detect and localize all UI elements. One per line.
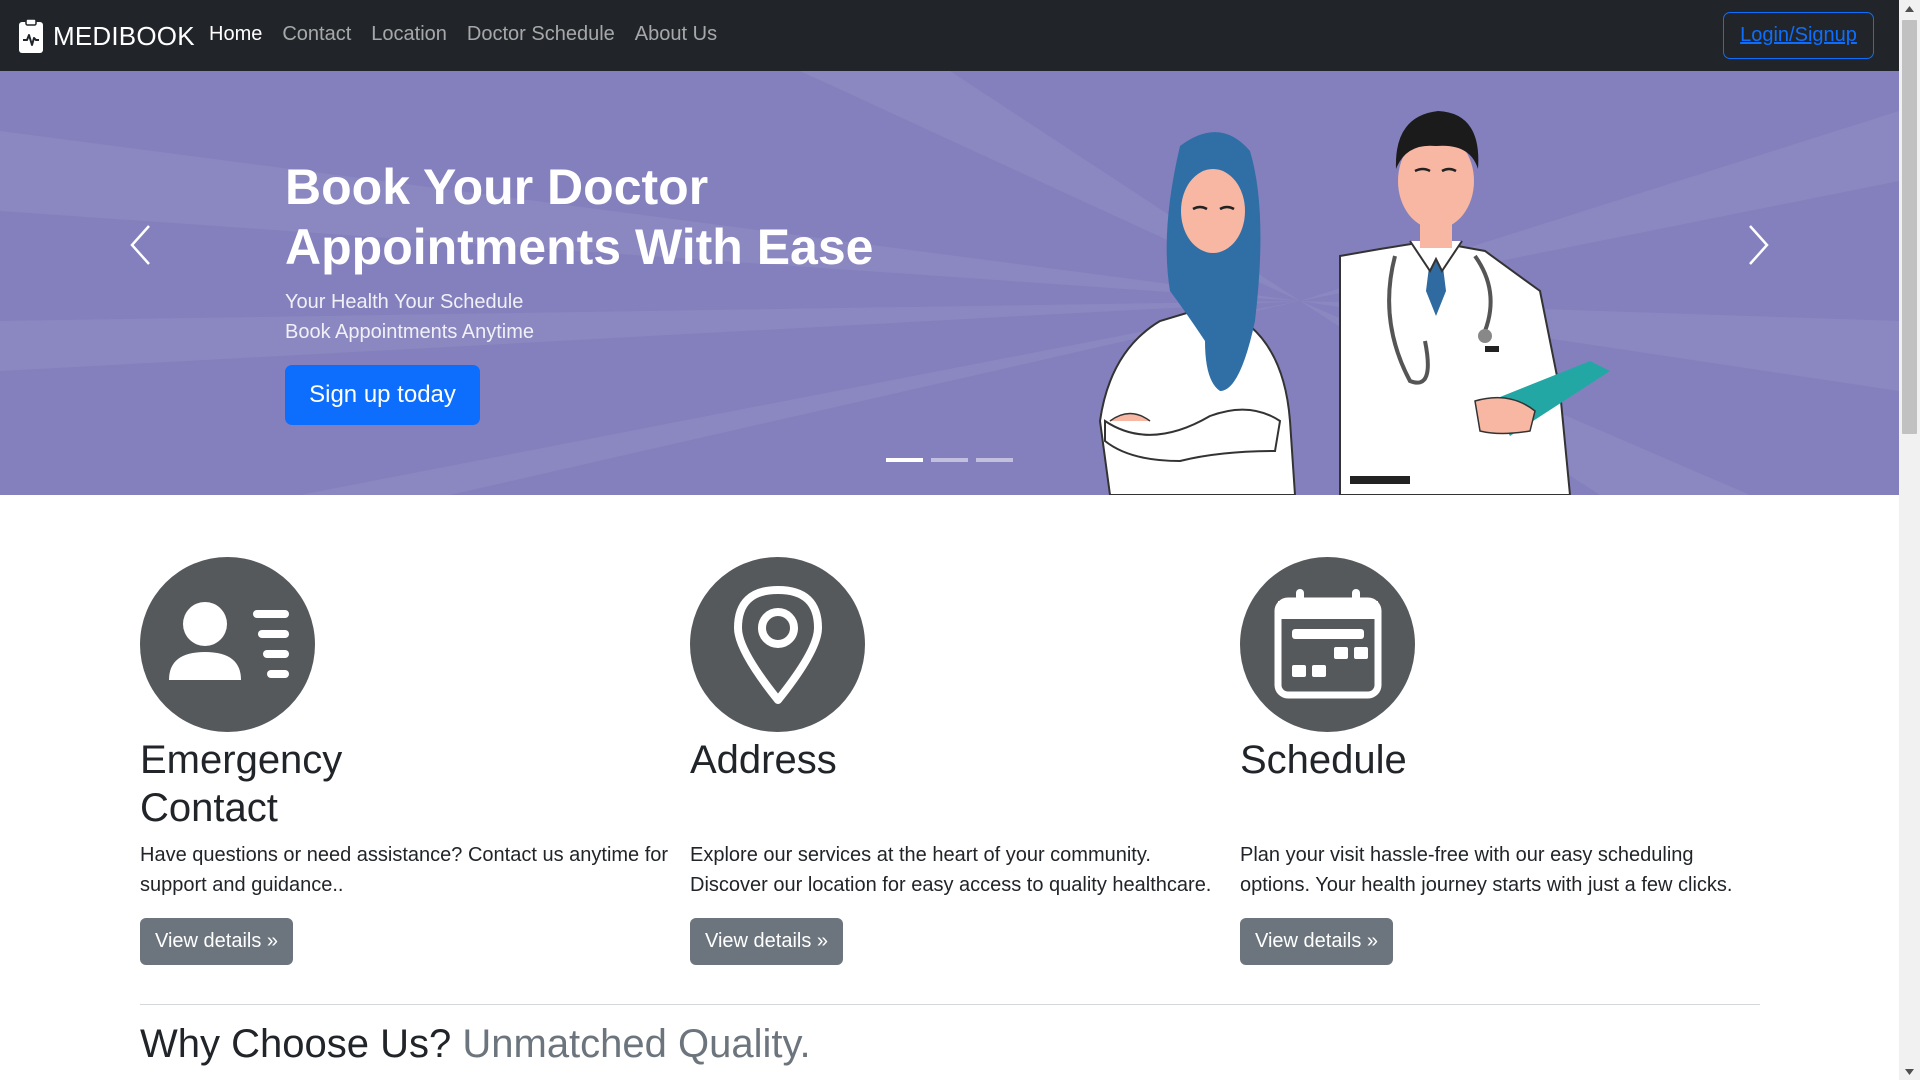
hero-subtitle-line-2: Book Appointments Anytime xyxy=(285,321,535,343)
carousel-indicator-3[interactable] xyxy=(976,458,1013,462)
feature-text-line-2: support and guidance.. xyxy=(140,874,344,896)
feature-text-line-1: Have questions or need assistance? Conta… xyxy=(140,844,669,866)
feature-text: Plan your visit hassle-free with our eas… xyxy=(1240,840,1770,918)
hero-background-rays xyxy=(0,71,1899,495)
hero-subtitle: Your Health Your Schedule Book Appointme… xyxy=(285,287,534,347)
sign-up-button[interactable]: Sign up today xyxy=(285,365,480,425)
feature-title-line-1: Address xyxy=(690,738,837,782)
clipboard-heartbeat-icon xyxy=(19,18,43,53)
feature-title: Schedule xyxy=(1240,736,1770,832)
view-details-button[interactable]: View details » xyxy=(690,918,843,965)
nav-link-home[interactable]: Home xyxy=(209,23,262,46)
view-details-button[interactable]: View details » xyxy=(1240,918,1393,965)
feature-title-line-1: Schedule xyxy=(1240,738,1407,782)
nav-link-contact[interactable]: Contact xyxy=(282,23,351,46)
feature-schedule: Schedule Plan your visit hassle-free wit… xyxy=(1240,557,1770,965)
main-nav: Home Contact Location Doctor Schedule Ab… xyxy=(209,23,737,46)
feature-text-line-2: options. Your health journey starts with… xyxy=(1240,874,1733,896)
hero-subtitle-line-1: Your Health Your Schedule xyxy=(285,291,524,313)
scrollbar-thumb[interactable] xyxy=(1902,20,1917,434)
feature-title: Address xyxy=(690,736,1220,832)
nav-link-about-us[interactable]: About Us xyxy=(635,23,717,46)
scroll-down-arrow-icon[interactable] xyxy=(1899,1063,1920,1080)
feature-text: Explore our services at the heart of you… xyxy=(690,840,1220,918)
feature-icon-circle xyxy=(140,557,315,732)
feature-text: Have questions or need assistance? Conta… xyxy=(140,840,670,918)
doctors-illustration xyxy=(1098,111,1610,495)
feature-title-line-1: Emergency xyxy=(140,738,343,782)
feature-text-line-2: Discover our location for easy access to… xyxy=(690,874,1212,896)
hero-title-line-2: Appointments With Ease xyxy=(285,219,874,275)
hero-title-line-1: Book Your Doctor xyxy=(285,159,709,215)
hero-title: Book Your Doctor Appointments With Ease xyxy=(285,157,985,277)
feature-icon-circle xyxy=(690,557,865,732)
feature-title-line-2: Contact xyxy=(140,786,278,830)
calendar-icon xyxy=(1274,588,1381,698)
person-card-icon xyxy=(168,601,289,680)
brand[interactable]: MEDIBOOK xyxy=(18,18,195,54)
view-details-button[interactable]: View details » xyxy=(140,918,293,965)
feature-text-line-1: Explore our services at the heart of you… xyxy=(690,844,1151,866)
carousel-next-icon[interactable] xyxy=(1737,220,1777,270)
top-navbar: MEDIBOOK Home Contact Location Doctor Sc… xyxy=(0,0,1899,71)
section-heading-main: Why Choose Us? xyxy=(140,1022,452,1066)
feature-emergency-contact: Emergency Contact Have questions or need… xyxy=(140,557,670,965)
feature-title: Emergency Contact xyxy=(140,736,670,832)
carousel-indicator-1[interactable] xyxy=(886,458,923,462)
section-heading-muted: Unmatched Quality. xyxy=(462,1022,811,1066)
page-scrollbar[interactable] xyxy=(1899,0,1920,1080)
login-signup-button[interactable]: Login/Signup xyxy=(1723,12,1874,59)
map-pin-icon xyxy=(733,585,822,704)
scroll-up-arrow-icon[interactable] xyxy=(1899,0,1920,17)
brand-name: MEDIBOOK xyxy=(53,20,195,51)
carousel-indicators xyxy=(886,458,1021,462)
carousel-indicator-2[interactable] xyxy=(931,458,968,462)
feature-address: Address Explore our services at the hear… xyxy=(690,557,1220,965)
feature-icon-circle xyxy=(1240,557,1415,732)
carousel-prev-icon[interactable] xyxy=(122,220,162,270)
nav-link-location[interactable]: Location xyxy=(371,23,447,46)
hero-carousel: Book Your Doctor Appointments With Ease … xyxy=(0,71,1899,495)
section-heading: Why Choose Us? Unmatched Quality. xyxy=(140,1022,811,1067)
section-divider xyxy=(140,1004,1760,1005)
nav-link-doctor-schedule[interactable]: Doctor Schedule xyxy=(467,23,615,46)
feature-text-line-1: Plan your visit hassle-free with our eas… xyxy=(1240,844,1694,866)
